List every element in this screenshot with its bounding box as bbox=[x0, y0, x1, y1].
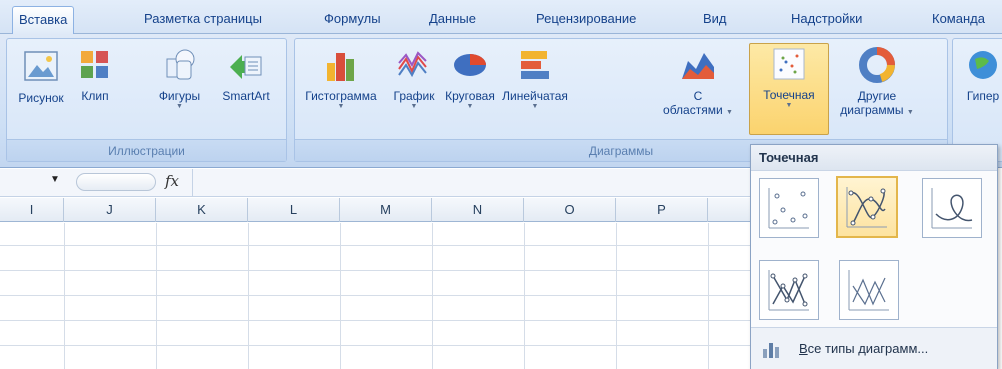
column-header-n[interactable]: N bbox=[432, 198, 524, 222]
area-chart-label-1: С bbox=[693, 89, 703, 103]
hyperlink-button[interactable]: Гипер bbox=[955, 45, 1002, 103]
tab-page-layout[interactable]: Разметка страницы bbox=[138, 6, 268, 34]
scatter-gallery-title: Точечная bbox=[751, 145, 997, 171]
column-header-l[interactable]: L bbox=[248, 198, 340, 222]
scatter-smooth-icon bbox=[931, 188, 973, 229]
column-header-o[interactable]: O bbox=[524, 198, 616, 222]
column-chart-icon bbox=[327, 53, 354, 81]
group-illustrations-label: Иллюстрации bbox=[7, 139, 286, 161]
globe-icon bbox=[969, 51, 997, 79]
shapes-label: Фигуры bbox=[158, 89, 201, 103]
scatter-straight-lines-markers-option[interactable] bbox=[759, 260, 819, 320]
tab-team[interactable]: Команда bbox=[926, 6, 991, 34]
scatter-smooth-lines-option[interactable] bbox=[922, 178, 982, 238]
column-chart-button[interactable]: Гистограмма ▼ bbox=[295, 45, 387, 111]
bar-chart-label: Линейчатая bbox=[502, 89, 568, 103]
group-illustrations: Рисунок Клип Фигуры ▼ SmartArt Иллюстрац… bbox=[6, 38, 287, 162]
scatter-chart-label: Точечная bbox=[763, 88, 815, 102]
name-box-dropdown-icon[interactable]: ▼ bbox=[50, 174, 62, 188]
shapes-button[interactable]: Фигуры ▼ bbox=[152, 45, 207, 111]
scatter-chart-icon bbox=[773, 48, 805, 80]
area-chart-icon bbox=[682, 53, 714, 79]
column-header-row: I J K L M N O P bbox=[0, 198, 760, 222]
column-header-m[interactable]: M bbox=[340, 198, 432, 222]
scatter-markers-icon bbox=[768, 188, 809, 229]
area-chart-dropdown-arrow: ▼ bbox=[726, 109, 733, 116]
formula-cancel-area[interactable] bbox=[76, 173, 156, 191]
pie-chart-dropdown-arrow: ▼ bbox=[466, 103, 474, 110]
grid-hline bbox=[0, 345, 760, 346]
column-chart-dropdown-arrow: ▼ bbox=[337, 103, 345, 110]
other-charts-label-1: Другие bbox=[857, 89, 897, 103]
formula-bar: ▼ fx bbox=[0, 169, 750, 197]
column-header-j[interactable]: J bbox=[64, 198, 156, 222]
cell-grid[interactable] bbox=[0, 223, 760, 369]
ribbon-tab-bar: Вставка Разметка страницы Формулы Данные… bbox=[0, 0, 1002, 34]
column-header-p[interactable]: P bbox=[616, 198, 708, 222]
scatter-straight-icon bbox=[848, 270, 889, 311]
pie-chart-label: Круговая bbox=[445, 89, 495, 103]
other-charts-button[interactable]: Другие диаграммы ▼ bbox=[837, 45, 917, 120]
scatter-smooth-markers-icon bbox=[846, 187, 887, 228]
formula-divider bbox=[192, 169, 193, 197]
grid-hline bbox=[0, 270, 760, 271]
picture-label: Рисунок bbox=[18, 91, 64, 105]
clipart-label: Клип bbox=[81, 89, 109, 103]
area-chart-button[interactable]: С областями ▼ bbox=[655, 45, 741, 120]
all-chart-types-icon bbox=[763, 343, 779, 358]
all-chart-types-label: Все типы диаграмм... bbox=[799, 341, 929, 356]
scatter-markers-only-option[interactable] bbox=[759, 178, 819, 238]
tab-view[interactable]: Вид bbox=[697, 6, 733, 34]
fx-icon[interactable]: fx bbox=[165, 172, 179, 190]
pie-chart-icon bbox=[454, 54, 486, 76]
other-charts-dropdown-arrow: ▼ bbox=[906, 109, 914, 116]
scatter-chart-dropdown-arrow: ▼ bbox=[785, 102, 793, 109]
picture-icon bbox=[24, 51, 58, 81]
line-chart-label: График bbox=[393, 89, 435, 103]
scatter-gallery-dropdown: Точечная Все типы диаграмм... bbox=[750, 144, 998, 369]
line-chart-button[interactable]: График ▼ bbox=[389, 45, 439, 111]
pie-chart-button[interactable]: Круговая ▼ bbox=[439, 45, 501, 111]
clipart-icon bbox=[81, 51, 108, 78]
picture-button[interactable]: Рисунок bbox=[11, 45, 71, 105]
scatter-straight-markers-icon bbox=[768, 270, 809, 311]
other-charts-icon bbox=[859, 47, 895, 83]
bar-chart-dropdown-arrow: ▼ bbox=[531, 103, 539, 110]
column-chart-label: Гистограмма bbox=[305, 89, 377, 103]
column-header-i[interactable]: I bbox=[0, 198, 64, 222]
grid-hline bbox=[0, 320, 760, 321]
shapes-icon bbox=[166, 49, 194, 80]
shapes-dropdown-arrow: ▼ bbox=[176, 103, 183, 110]
smartart-icon bbox=[230, 55, 262, 79]
grid-hline bbox=[0, 245, 760, 246]
smartart-label: SmartArt bbox=[222, 89, 270, 103]
smartart-button[interactable]: SmartArt bbox=[207, 45, 285, 103]
grid-hline bbox=[0, 295, 760, 296]
line-chart-icon bbox=[398, 51, 427, 78]
bar-chart-icon bbox=[521, 51, 549, 79]
other-charts-label-2: диаграммы bbox=[840, 103, 904, 117]
bar-chart-button[interactable]: Линейчатая ▼ bbox=[501, 45, 569, 111]
tab-formulas[interactable]: Формулы bbox=[318, 6, 387, 34]
tab-addins[interactable]: Надстройки bbox=[785, 6, 868, 34]
tab-data[interactable]: Данные bbox=[423, 6, 482, 34]
clipart-button[interactable]: Клип bbox=[75, 45, 115, 103]
all-chart-types-item[interactable]: Все типы диаграмм... bbox=[751, 328, 997, 369]
hyperlink-label: Гипер bbox=[966, 89, 1000, 103]
scatter-chart-button[interactable]: Точечная ▼ bbox=[749, 43, 829, 135]
scatter-smooth-lines-markers-option[interactable] bbox=[836, 176, 898, 238]
area-chart-label-2: областями bbox=[663, 103, 723, 117]
line-chart-dropdown-arrow: ▼ bbox=[410, 103, 418, 110]
tab-insert[interactable]: Вставка bbox=[12, 6, 75, 34]
column-header-k[interactable]: K bbox=[156, 198, 248, 222]
tab-review[interactable]: Рецензирование bbox=[530, 6, 642, 34]
scatter-straight-lines-option[interactable] bbox=[839, 260, 899, 320]
